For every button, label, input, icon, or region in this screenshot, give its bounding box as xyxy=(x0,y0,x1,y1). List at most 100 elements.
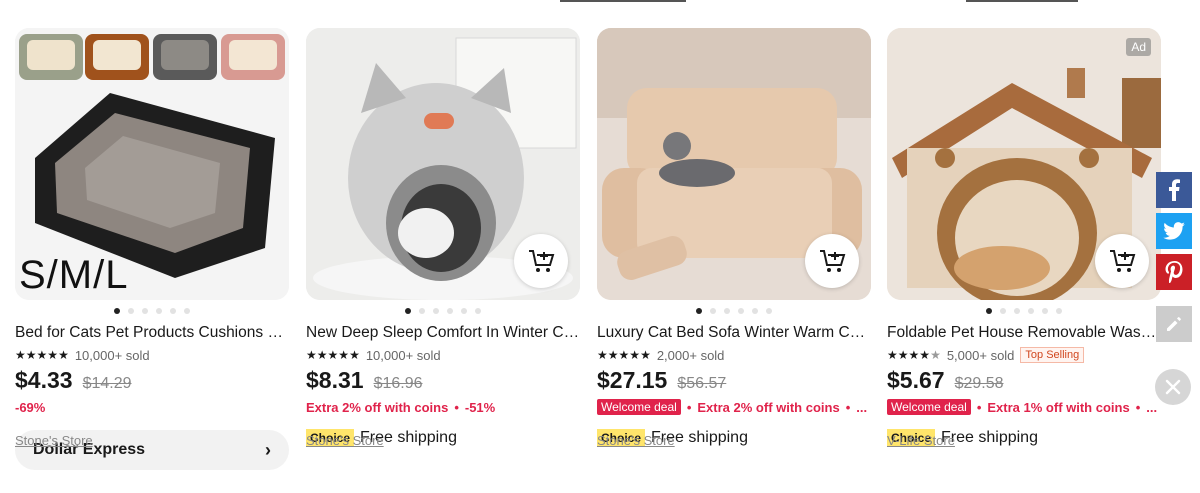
tab-indicator-right xyxy=(966,0,1078,2)
star-rating: ★ ★ ★ ★ ★ xyxy=(597,348,651,362)
rating-row: ★ ★ ★ ★ ★ 10,000+ sold xyxy=(15,347,289,363)
product-image[interactable] xyxy=(597,28,871,300)
size-overlay-text: S/M/L xyxy=(19,253,129,297)
welcome-deal-badge: Welcome deal xyxy=(887,399,971,415)
cart-plus-icon xyxy=(820,250,846,272)
sold-count: 2,000+ sold xyxy=(656,347,725,363)
cart-plus-icon xyxy=(529,250,555,272)
carousel-dot[interactable] xyxy=(142,308,148,314)
discount-row: -69% xyxy=(15,398,289,416)
carousel-dot[interactable] xyxy=(184,308,190,314)
ad-badge: Ad xyxy=(1126,38,1151,56)
carousel-dot[interactable] xyxy=(696,308,702,314)
carousel-dot[interactable] xyxy=(738,308,744,314)
carousel-dot[interactable] xyxy=(766,308,772,314)
coins-promo: Extra 2% off with coins xyxy=(697,399,840,415)
tab-indicator-left xyxy=(560,0,686,2)
sold-count: 10,000+ sold xyxy=(365,347,441,363)
product-card-4[interactable]: Ad Foldable Pet House Removable Washable… xyxy=(887,28,1161,448)
cart-plus-icon xyxy=(1110,250,1136,272)
carousel-dot[interactable] xyxy=(752,308,758,314)
store-link[interactable]: V-Life Store xyxy=(887,433,955,448)
star-rating: ★ ★ ★ ★ ★ xyxy=(306,348,360,362)
welcome-deal-badge: Welcome deal xyxy=(597,399,681,415)
carousel-dot[interactable] xyxy=(156,308,162,314)
product-title[interactable]: Luxury Cat Bed Sofa Winter Warm Cat Nest… xyxy=(597,323,871,343)
price-row: $27.15 $56.57 xyxy=(597,367,871,395)
carousel-dot[interactable] xyxy=(710,308,716,314)
image-carousel-dots[interactable] xyxy=(597,307,871,315)
carousel-dot[interactable] xyxy=(170,308,176,314)
carousel-dot[interactable] xyxy=(1028,308,1034,314)
promo-row: Extra 2% off with coins • -51% xyxy=(306,398,580,416)
product-image[interactable]: S/M/L xyxy=(15,28,289,300)
carousel-dot[interactable] xyxy=(724,308,730,314)
carousel-dot[interactable] xyxy=(447,308,453,314)
carousel-dot[interactable] xyxy=(1014,308,1020,314)
original-price: $56.57 xyxy=(677,375,727,392)
carousel-dot[interactable] xyxy=(1042,308,1048,314)
pinterest-share-button[interactable] xyxy=(1156,254,1192,290)
shipping-text: Free shipping xyxy=(941,429,1038,446)
close-button[interactable] xyxy=(1155,369,1191,405)
product-card-3[interactable]: Luxury Cat Bed Sofa Winter Warm Cat Nest… xyxy=(597,28,871,448)
current-price: $4.33 xyxy=(15,367,73,393)
image-carousel-dots[interactable] xyxy=(15,307,289,315)
chevron-right-icon: › xyxy=(265,439,271,460)
sold-count: 10,000+ sold xyxy=(74,347,150,363)
carousel-dot[interactable] xyxy=(114,308,120,314)
price-row: $4.33 $14.29 xyxy=(15,367,289,395)
pinterest-icon xyxy=(1165,261,1183,283)
image-carousel-dots[interactable] xyxy=(306,307,580,315)
twitter-share-button[interactable] xyxy=(1156,213,1192,249)
bullet-separator: • xyxy=(454,399,459,415)
product-title[interactable]: Foldable Pet House Removable Washable Ca… xyxy=(887,323,1161,343)
carousel-dot[interactable] xyxy=(475,308,481,314)
more-promos[interactable]: ... xyxy=(1146,400,1157,415)
carousel-dot[interactable] xyxy=(433,308,439,314)
rating-row: ★ ★ ★ ★ ★ 2,000+ sold xyxy=(597,347,871,363)
image-carousel-dots[interactable] xyxy=(887,307,1161,315)
promo-row: Welcome deal • Extra 2% off with coins •… xyxy=(597,398,871,416)
discount-percent: -51% xyxy=(464,399,496,415)
price-row: $8.31 $16.96 xyxy=(306,367,580,395)
add-to-cart-button[interactable] xyxy=(1095,234,1149,288)
promo-row: Welcome deal • Extra 1% off with coins •… xyxy=(887,398,1161,416)
star-rating: ★ ★ ★ ★ ★ xyxy=(15,348,69,362)
bullet-separator: • xyxy=(976,399,982,415)
carousel-dot[interactable] xyxy=(986,308,992,314)
carousel-dot[interactable] xyxy=(405,308,411,314)
bullet-separator: • xyxy=(1135,399,1141,415)
facebook-share-button[interactable] xyxy=(1156,172,1192,208)
coins-promo: Extra 2% off with coins xyxy=(306,399,449,415)
discount-percent: -69% xyxy=(15,399,46,415)
product-card-1[interactable]: S/M/L Bed for Cats Pet Products Cushions… xyxy=(15,28,289,470)
twitter-icon xyxy=(1163,222,1185,240)
carousel-dot[interactable] xyxy=(461,308,467,314)
price-row: $5.67 $29.58 xyxy=(887,367,1161,395)
coins-promo: Extra 1% off with coins xyxy=(987,399,1130,415)
store-link[interactable]: Stone's Store xyxy=(15,433,93,448)
current-price: $8.31 xyxy=(306,367,364,393)
rating-row: ★ ★ ★ ★ ★ 5,000+ sold Top Selling xyxy=(887,347,1161,363)
carousel-dot[interactable] xyxy=(1000,308,1006,314)
add-to-cart-button[interactable] xyxy=(514,234,568,288)
product-image[interactable]: Ad xyxy=(887,28,1161,300)
carousel-dot[interactable] xyxy=(128,308,134,314)
carousel-dot[interactable] xyxy=(419,308,425,314)
edit-button[interactable] xyxy=(1156,306,1192,342)
product-image[interactable] xyxy=(306,28,580,300)
carousel-dot[interactable] xyxy=(1056,308,1062,314)
more-promos[interactable]: ... xyxy=(856,400,867,415)
edit-icon xyxy=(1167,317,1181,331)
product-card-2[interactable]: New Deep Sleep Comfort In Winter Cat Bed… xyxy=(306,28,580,448)
star-rating: ★ ★ ★ ★ ★ xyxy=(887,348,941,362)
product-title[interactable]: Bed for Cats Pet Products Cushions Kenne… xyxy=(15,323,289,343)
rating-row: ★ ★ ★ ★ ★ 10,000+ sold xyxy=(306,347,580,363)
store-link[interactable]: Stone's Store xyxy=(597,433,675,448)
sold-count: 5,000+ sold xyxy=(946,347,1015,363)
product-title[interactable]: New Deep Sleep Comfort In Winter Cat Bed… xyxy=(306,323,580,343)
bullet-separator: • xyxy=(845,399,851,415)
store-link[interactable]: Stone's Store xyxy=(306,433,384,448)
add-to-cart-button[interactable] xyxy=(805,234,859,288)
